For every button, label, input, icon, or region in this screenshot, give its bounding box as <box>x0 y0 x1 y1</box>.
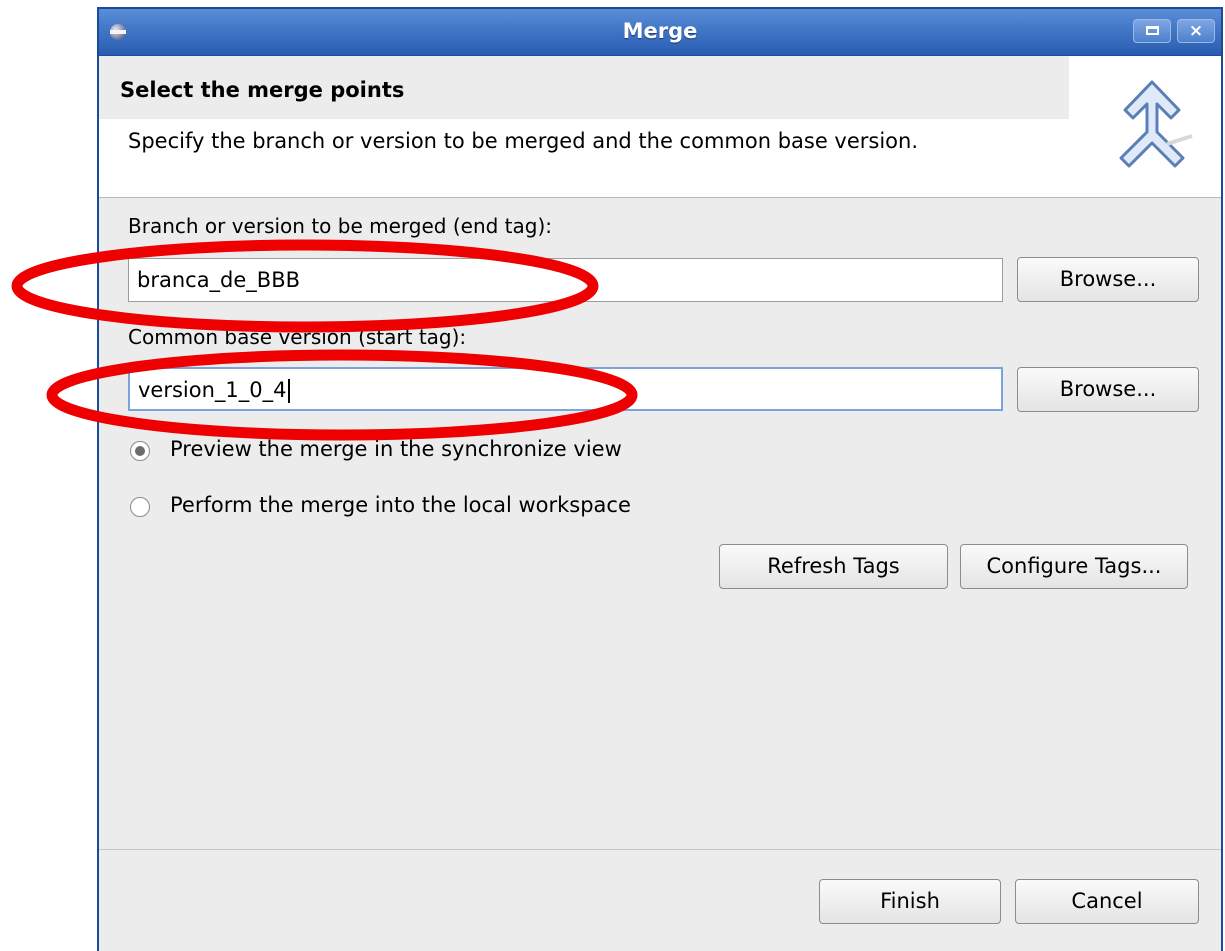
start-tag-value: version_1_0_4 <box>138 378 287 402</box>
preview-radio[interactable] <box>130 441 150 461</box>
start-tag-input[interactable]: version_1_0_4 <box>128 367 1003 411</box>
text-cursor <box>287 379 290 403</box>
configure-tags-button[interactable]: Configure Tags... <box>960 544 1188 589</box>
page-title: Select the merge points <box>120 78 405 102</box>
refresh-tags-button[interactable]: Refresh Tags <box>719 544 948 589</box>
wizard-header: Select the merge points Specify the bran… <box>99 56 1221 197</box>
footer-separator <box>99 849 1221 850</box>
page-description: Specify the branch or version to be merg… <box>128 129 919 153</box>
close-button[interactable]: × <box>1177 19 1215 43</box>
end-tag-label: Branch or version to be merged (end tag)… <box>128 214 553 238</box>
perform-label[interactable]: Perform the merge into the local workspa… <box>170 493 631 517</box>
header-separator <box>99 197 1221 198</box>
end-tag-input[interactable]: branca_de_BBB <box>128 258 1003 302</box>
close-icon: × <box>1188 21 1204 41</box>
cancel-button[interactable]: Cancel <box>1015 879 1199 924</box>
title-bar[interactable]: Merge × <box>99 9 1221 56</box>
window-title: Merge <box>622 19 698 43</box>
merge-dialog: Merge × Select the merge points Specify … <box>97 7 1223 951</box>
content-assist-marker <box>119 367 125 373</box>
maximize-icon <box>1146 26 1159 35</box>
header-title-area: Select the merge points <box>99 56 1069 119</box>
maximize-button[interactable] <box>1133 19 1171 43</box>
finish-button[interactable]: Finish <box>819 879 1001 924</box>
preview-label[interactable]: Preview the merge in the synchronize vie… <box>170 437 622 461</box>
start-tag-label: Common base version (start tag): <box>128 325 467 349</box>
perform-radio[interactable] <box>130 497 150 517</box>
browse-start-tag-button[interactable]: Browse... <box>1017 367 1199 412</box>
end-tag-value: branca_de_BBB <box>137 268 301 292</box>
merge-arrows-icon <box>1119 80 1193 168</box>
browse-end-tag-button[interactable]: Browse... <box>1017 257 1199 302</box>
